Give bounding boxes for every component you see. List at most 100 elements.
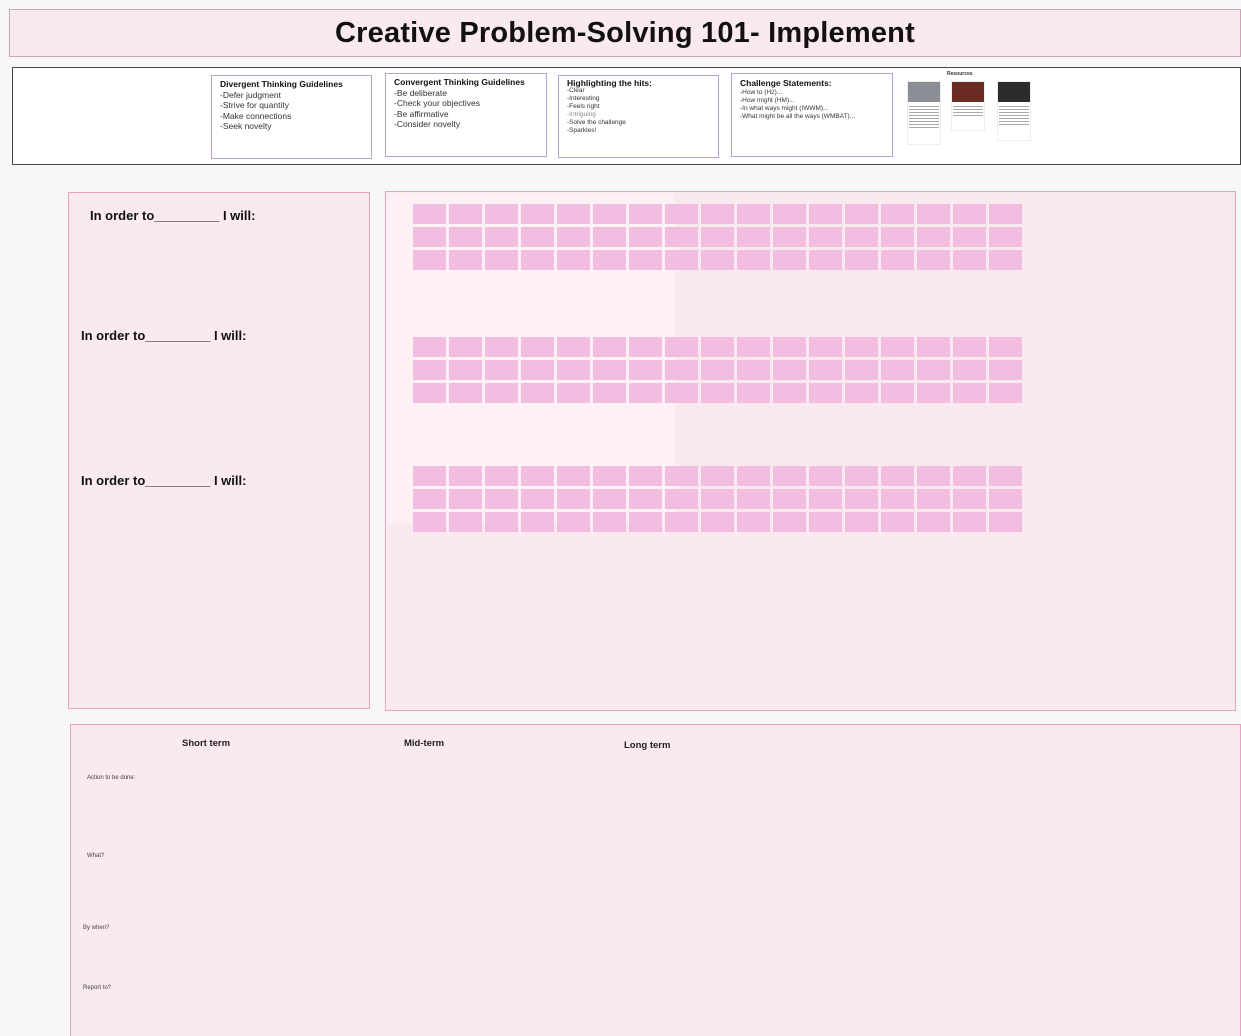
sticky-note[interactable] [773, 337, 806, 357]
sticky-note[interactable] [413, 360, 446, 380]
sticky-note[interactable] [665, 204, 698, 224]
sticky-note[interactable] [809, 512, 842, 532]
sticky-note[interactable] [737, 512, 770, 532]
sticky-note[interactable] [629, 489, 662, 509]
sticky-note[interactable] [521, 250, 554, 270]
sticky-note[interactable] [557, 466, 590, 486]
sticky-note[interactable] [953, 489, 986, 509]
sticky-note[interactable] [701, 466, 734, 486]
sticky-note[interactable] [773, 204, 806, 224]
intention-statement[interactable]: In order to_________ I will: [90, 208, 255, 223]
sticky-note[interactable] [737, 337, 770, 357]
sticky-note[interactable] [773, 512, 806, 532]
sticky-note[interactable] [413, 489, 446, 509]
sticky-note[interactable] [737, 227, 770, 247]
sticky-note[interactable] [989, 227, 1022, 247]
sticky-note[interactable] [773, 227, 806, 247]
sticky-note[interactable] [773, 250, 806, 270]
sticky-note[interactable] [485, 512, 518, 532]
sticky-note[interactable] [773, 360, 806, 380]
sticky-note[interactable] [521, 489, 554, 509]
sticky-note[interactable] [557, 337, 590, 357]
sticky-note[interactable] [845, 360, 878, 380]
sticky-note[interactable] [593, 204, 626, 224]
sticky-note[interactable] [593, 360, 626, 380]
sticky-note[interactable] [881, 227, 914, 247]
sticky-note[interactable] [557, 489, 590, 509]
sticky-note[interactable] [701, 337, 734, 357]
sticky-note[interactable] [845, 489, 878, 509]
sticky-note[interactable] [413, 383, 446, 403]
sticky-note[interactable] [953, 337, 986, 357]
sticky-note[interactable] [737, 204, 770, 224]
sticky-note[interactable] [521, 227, 554, 247]
challenge-statements-card[interactable]: Challenge Statements: -How to (H2)... -H… [731, 73, 893, 157]
sticky-note[interactable] [701, 512, 734, 532]
sticky-note[interactable] [917, 360, 950, 380]
sticky-note[interactable] [989, 337, 1022, 357]
sticky-note[interactable] [881, 466, 914, 486]
sticky-note[interactable] [953, 383, 986, 403]
sticky-note[interactable] [845, 337, 878, 357]
sticky-note[interactable] [521, 466, 554, 486]
sticky-note[interactable] [953, 512, 986, 532]
sticky-note[interactable] [593, 489, 626, 509]
sticky-note[interactable] [665, 250, 698, 270]
sticky-note[interactable] [593, 512, 626, 532]
sticky-note[interactable] [773, 489, 806, 509]
sticky-note[interactable] [809, 383, 842, 403]
sticky-note[interactable] [773, 466, 806, 486]
sticky-note[interactable] [701, 360, 734, 380]
sticky-note[interactable] [449, 489, 482, 509]
highlighting-hits-card[interactable]: Highlighting the hits: -Clear -Interesti… [558, 75, 719, 158]
sticky-note[interactable] [917, 466, 950, 486]
sticky-note[interactable] [413, 466, 446, 486]
sticky-note[interactable] [881, 489, 914, 509]
sticky-note[interactable] [989, 489, 1022, 509]
sticky-note[interactable] [881, 337, 914, 357]
sticky-note[interactable] [557, 204, 590, 224]
sticky-note[interactable] [845, 227, 878, 247]
sticky-note[interactable] [845, 512, 878, 532]
sticky-note[interactable] [629, 337, 662, 357]
sticky-note[interactable] [629, 204, 662, 224]
sticky-note[interactable] [665, 489, 698, 509]
sticky-note[interactable] [665, 227, 698, 247]
intention-statement[interactable]: In order to_________ I will: [81, 473, 246, 488]
sticky-note[interactable] [737, 360, 770, 380]
sticky-note[interactable] [953, 227, 986, 247]
sticky-note[interactable] [665, 512, 698, 532]
sticky-note[interactable] [917, 227, 950, 247]
sticky-note[interactable] [701, 227, 734, 247]
sticky-note[interactable] [881, 250, 914, 270]
sticky-note[interactable] [557, 360, 590, 380]
sticky-note[interactable] [989, 512, 1022, 532]
sticky-note[interactable] [521, 383, 554, 403]
sticky-note[interactable] [593, 466, 626, 486]
sticky-note[interactable] [413, 250, 446, 270]
sticky-note[interactable] [737, 466, 770, 486]
sticky-note[interactable] [629, 227, 662, 247]
sticky-note[interactable] [485, 227, 518, 247]
sticky-note[interactable] [629, 512, 662, 532]
sticky-note[interactable] [881, 204, 914, 224]
divergent-guidelines-card[interactable]: Divergent Thinking Guidelines -Defer jud… [211, 75, 372, 159]
sticky-note[interactable] [917, 337, 950, 357]
sticky-note[interactable] [557, 512, 590, 532]
resource-thumbnail[interactable] [997, 81, 1031, 141]
sticky-note[interactable] [773, 383, 806, 403]
sticky-note[interactable] [917, 512, 950, 532]
sticky-note[interactable] [449, 227, 482, 247]
sticky-note[interactable] [413, 204, 446, 224]
sticky-note[interactable] [953, 360, 986, 380]
sticky-note[interactable] [737, 250, 770, 270]
sticky-note[interactable] [845, 250, 878, 270]
sticky-note[interactable] [485, 360, 518, 380]
sticky-note[interactable] [629, 250, 662, 270]
sticky-note[interactable] [845, 383, 878, 403]
sticky-note[interactable] [665, 360, 698, 380]
sticky-note[interactable] [989, 466, 1022, 486]
intention-statement[interactable]: In order to_________ I will: [81, 328, 246, 343]
sticky-note[interactable] [917, 204, 950, 224]
sticky-note[interactable] [737, 383, 770, 403]
